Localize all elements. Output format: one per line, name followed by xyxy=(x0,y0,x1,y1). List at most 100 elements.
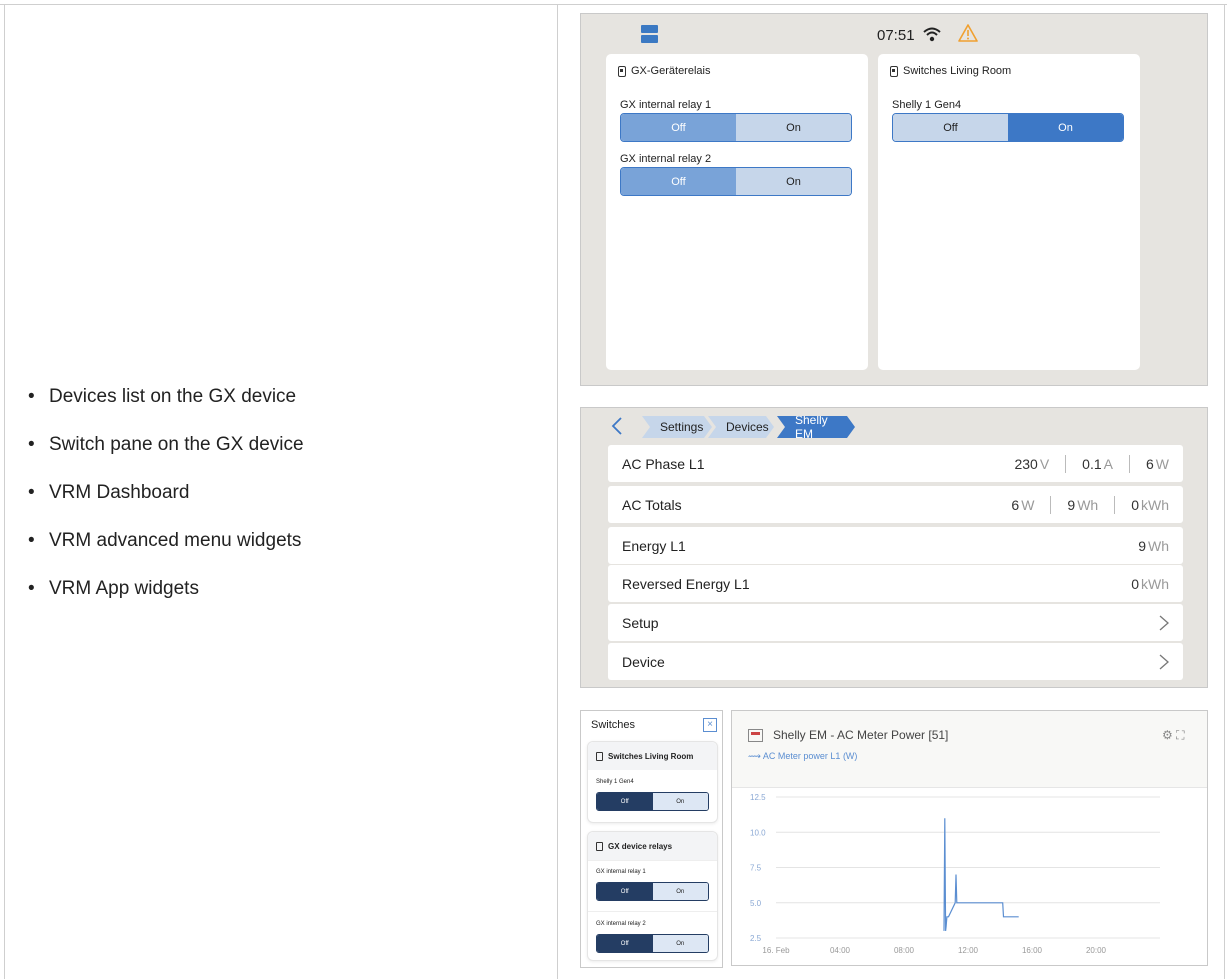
switch-card-gx-relays: GX-Geräterelais GX internal relay 1 Off … xyxy=(606,54,868,370)
value: 0.1 xyxy=(1082,455,1102,472)
card-title: GX-Geräterelais xyxy=(618,65,710,77)
value: 6 xyxy=(1145,455,1154,472)
wifi-icon xyxy=(923,27,941,42)
widget-title: Shelly EM - AC Meter Power [51] xyxy=(773,728,949,742)
toggle-on-button[interactable]: On xyxy=(652,793,708,810)
x-tick-label: 12:00 xyxy=(958,946,979,955)
row-values: 9 Wh xyxy=(1138,538,1169,554)
row-setup[interactable]: Setup xyxy=(608,604,1183,641)
toggle-off-button[interactable]: Off xyxy=(621,114,736,141)
y-tick-label: 2.5 xyxy=(750,934,762,943)
gx-device-page: Settings Devices Shelly EM AC Phase L1 2… xyxy=(580,407,1208,688)
card-title: Switches Living Room xyxy=(608,751,694,761)
toggle-on-button[interactable]: On xyxy=(736,114,851,141)
unit: W xyxy=(1155,455,1169,472)
chevron-right-icon xyxy=(1159,654,1169,669)
toggle-off-button[interactable]: Off xyxy=(597,883,653,900)
list-item-text: VRM Dashboard xyxy=(49,482,190,503)
unit: Wh xyxy=(1148,537,1169,554)
shelly-toggle[interactable]: Off On xyxy=(596,792,709,811)
toggle-off-button[interactable]: Off xyxy=(597,793,653,810)
bullet-icon: • xyxy=(28,530,35,551)
relay-2-toggle[interactable]: Off On xyxy=(596,934,709,953)
relay-1-toggle[interactable]: Off On xyxy=(596,882,709,901)
warning-icon[interactable] xyxy=(958,24,978,42)
y-tick-label: 7.5 xyxy=(750,864,762,873)
card-header: GX device relays xyxy=(588,832,717,860)
list-item: • VRM advanced menu widgets xyxy=(28,528,304,576)
close-icon[interactable]: × xyxy=(703,718,717,732)
unit: V xyxy=(1039,455,1050,472)
breadcrumb-shelly-em[interactable]: Shelly EM xyxy=(777,416,855,438)
chart-legend[interactable]: ⟿ AC Meter power L1 (W) xyxy=(748,751,857,762)
clock: 07:51 xyxy=(877,27,915,44)
vrm-card-living-room: Switches Living Room Shelly 1 Gen4 Off O… xyxy=(587,741,718,823)
meter-icon xyxy=(748,729,763,742)
list-item: • Switch pane on the GX device xyxy=(28,432,304,480)
value: 0 xyxy=(1131,496,1139,513)
value: 9 xyxy=(1138,537,1146,554)
breadcrumb-settings[interactable]: Settings xyxy=(642,416,712,438)
divider xyxy=(588,911,717,912)
row-reversed-energy-l1[interactable]: Reversed Energy L1 0 kWh xyxy=(608,565,1183,602)
list-item: • VRM Dashboard xyxy=(28,480,304,528)
bullet-icon: • xyxy=(28,482,35,503)
row-device[interactable]: Device xyxy=(608,643,1183,680)
card-title: GX device relays xyxy=(608,841,673,851)
x-tick-label: 16:00 xyxy=(1022,946,1043,955)
row-ac-phase-l1[interactable]: AC Phase L1 230 V 0.1 A 6W xyxy=(608,445,1183,482)
value: 9 xyxy=(1067,496,1076,513)
toggle-on-button[interactable]: On xyxy=(736,168,851,195)
switch-label: Shelly 1 Gen4 xyxy=(892,99,962,111)
x-tick-label: 04:00 xyxy=(830,946,851,955)
card-header: Switches Living Room xyxy=(588,742,717,770)
row-values: 230 V 0.1 A 6W xyxy=(1014,454,1169,473)
toggle-on-button[interactable]: On xyxy=(652,935,708,952)
widget-tools[interactable]: ⚙ ⛶ xyxy=(1162,728,1185,743)
card-title-text: GX-Geräterelais xyxy=(631,65,711,77)
vrm-card-gx-relays: GX device relays GX internal relay 1 Off… xyxy=(587,831,718,961)
feature-list: • Devices list on the GX device • Switch p… xyxy=(28,384,304,624)
switch-label: GX internal relay 2 xyxy=(620,153,712,165)
row-energy-l1[interactable]: Energy L1 9 Wh xyxy=(608,527,1183,564)
toggle-off-button[interactable]: Off xyxy=(621,168,736,195)
bullet-icon: • xyxy=(28,578,35,599)
list-item-text: Switch pane on the GX device xyxy=(49,434,304,455)
toggle-on-button[interactable]: On xyxy=(652,883,708,900)
toggle-off-button[interactable]: Off xyxy=(893,114,1008,141)
relay-2-toggle[interactable]: Off On xyxy=(620,167,852,196)
y-tick-label: 5.0 xyxy=(750,899,762,908)
vrm-chart-widget: Shelly EM - AC Meter Power [51] ⟿ AC Met… xyxy=(731,710,1208,966)
toggle-on-button[interactable]: On xyxy=(1008,114,1123,141)
list-item-text: Devices list on the GX device xyxy=(49,386,297,407)
device-icon xyxy=(596,841,603,851)
list-item-text: VRM App widgets xyxy=(49,578,199,599)
divider xyxy=(1114,495,1116,514)
switch-label: GX internal relay 2 xyxy=(596,921,646,927)
x-tick-label: 20:00 xyxy=(1086,946,1107,955)
breadcrumb-devices[interactable]: Devices xyxy=(708,416,774,438)
row-label: Setup xyxy=(622,614,659,631)
switch-label: GX internal relay 1 xyxy=(620,99,712,111)
row-label: AC Phase L1 xyxy=(622,455,705,472)
row-values: 6W 9 Wh 0 kWh xyxy=(1011,495,1169,514)
list-item-text: VRM advanced menu widgets xyxy=(49,530,302,551)
page: • Devices list on the GX device • Switch p… xyxy=(0,0,1227,979)
vrm-switches-sidebar: Switches × Switches Living Room Shelly 1… xyxy=(580,710,723,968)
shelly-toggle[interactable]: Off On xyxy=(892,113,1124,142)
unit: Wh xyxy=(1077,496,1099,513)
frame-border xyxy=(1224,4,1225,979)
pages-icon[interactable] xyxy=(641,25,658,44)
status-bar: 07:51 xyxy=(581,14,1207,54)
power-chart: 12.5 10.0 7.5 5.0 2.516. Feb 04:00 08:00 12:00 1… xyxy=(750,793,1160,955)
toggle-off-button[interactable]: Off xyxy=(597,935,653,952)
value: 0 xyxy=(1131,575,1139,592)
unit: kWh xyxy=(1141,496,1169,513)
value: 230 xyxy=(1014,455,1038,472)
back-icon[interactable] xyxy=(610,417,624,435)
row-ac-totals[interactable]: AC Totals 6W 9 Wh 0 kWh xyxy=(608,486,1183,523)
device-icon xyxy=(618,65,626,77)
unit: A xyxy=(1103,455,1113,472)
unit: W xyxy=(1021,496,1035,513)
relay-1-toggle[interactable]: Off On xyxy=(620,113,852,142)
